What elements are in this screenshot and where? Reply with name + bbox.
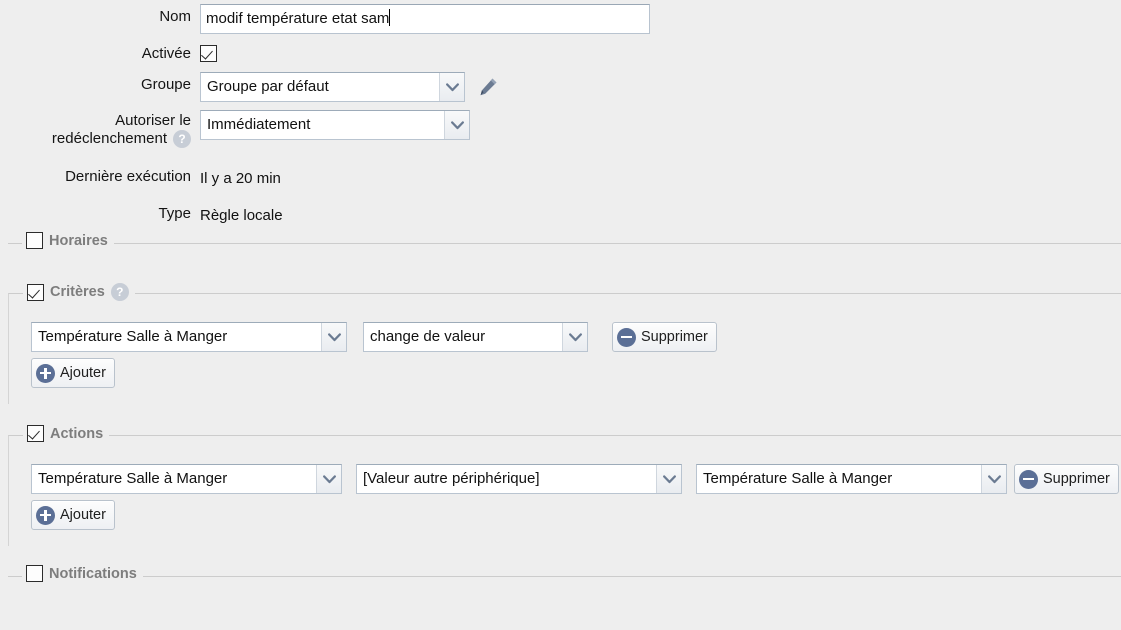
label-type: Type <box>0 201 200 223</box>
criterion-condition-select[interactable]: change de valeur <box>363 322 588 352</box>
field-row-redeclenchement: Autoriser le redéclenchement ? Immédiate… <box>0 110 1121 148</box>
horaires-legend: Horaires <box>22 232 114 249</box>
chevron-down-icon[interactable] <box>439 73 464 101</box>
retrigger-select[interactable]: Immédiatement <box>200 110 470 140</box>
chevron-down-icon[interactable] <box>444 111 469 139</box>
criteres-add-button[interactable]: Ajouter <box>31 358 115 388</box>
notifications-label: Notifications <box>49 566 137 582</box>
criterion-delete-label: Supprimer <box>641 329 708 345</box>
action-device-value: Température Salle à Manger <box>32 465 316 493</box>
name-input-value: modif température etat sam <box>206 10 389 27</box>
action-delete-label: Supprimer <box>1043 471 1110 487</box>
chevron-down-glyph <box>663 475 676 484</box>
groupe-control: Groupe par défaut <box>200 72 499 102</box>
action-device-select[interactable]: Température Salle à Manger <box>31 464 342 494</box>
rule-type-value: Règle locale <box>200 201 283 231</box>
group-select-value: Groupe par défaut <box>201 73 439 101</box>
criteres-label: Critères <box>50 284 105 300</box>
criteres-body: Température Salle à Manger change de val… <box>9 294 1121 404</box>
minus-circle-icon <box>1019 470 1038 489</box>
horaires-fieldset <box>8 243 1121 244</box>
section-notifications: Notifications <box>0 576 1121 590</box>
horaires-checkbox[interactable] <box>26 232 43 249</box>
chevron-down-icon[interactable] <box>981 465 1006 493</box>
actions-add-button[interactable]: Ajouter <box>31 500 115 530</box>
chevron-down-glyph <box>988 475 1001 484</box>
derniere-execution-control: Il y a 20 min <box>200 164 281 194</box>
nom-control: modif température etat sam <box>200 4 650 34</box>
label-redeclenchement-line1: Autoriser le <box>115 112 191 129</box>
pencil-icon[interactable] <box>477 76 499 98</box>
actions-legend: Actions <box>23 425 109 442</box>
field-row-derniere-execution: Dernière exécution Il y a 20 min <box>0 164 1121 194</box>
text-caret <box>389 9 390 26</box>
last-execution-value: Il y a 20 min <box>200 164 281 194</box>
action-delete-button[interactable]: Supprimer <box>1014 464 1119 494</box>
actions-label: Actions <box>50 426 103 442</box>
criterion-device-value: Température Salle à Manger <box>32 323 321 351</box>
help-icon[interactable]: ? <box>173 130 191 148</box>
chevron-down-glyph <box>328 333 341 342</box>
horaires-label: Horaires <box>49 233 108 249</box>
label-groupe: Groupe <box>0 72 200 94</box>
retrigger-select-value: Immédiatement <box>201 111 444 139</box>
action-target-value: Température Salle à Manger <box>697 465 981 493</box>
criterion-row: Température Salle à Manger change de val… <box>31 322 1121 352</box>
enabled-checkbox[interactable] <box>200 45 217 62</box>
chevron-down-icon[interactable] <box>321 323 346 351</box>
minus-circle-icon <box>617 328 636 347</box>
rule-properties-form: Nom modif température etat sam Activée G… <box>0 0 1121 231</box>
action-type-value: [Valeur autre périphérique] <box>357 465 656 493</box>
criterion-device-select[interactable]: Température Salle à Manger <box>31 322 347 352</box>
field-row-type: Type Règle locale <box>0 201 1121 231</box>
plus-circle-icon <box>36 506 55 525</box>
criteres-checkbox[interactable] <box>27 284 44 301</box>
chevron-down-icon[interactable] <box>316 465 341 493</box>
action-row: Température Salle à Manger [Valeur autre… <box>31 464 1121 494</box>
section-criteres: Critères ? Température Salle à Manger ch… <box>0 293 1121 404</box>
plus-circle-icon <box>36 364 55 383</box>
section-actions: Actions Température Salle à Manger [Vale… <box>0 435 1121 546</box>
type-control: Règle locale <box>200 201 283 231</box>
label-redeclenchement-line2: redéclenchement <box>52 130 167 148</box>
chevron-down-glyph <box>569 333 582 342</box>
notifications-checkbox[interactable] <box>26 565 43 582</box>
section-horaires: Horaires <box>0 243 1121 257</box>
redeclenchement-control: Immédiatement <box>200 110 470 140</box>
activee-control <box>200 41 217 62</box>
group-select[interactable]: Groupe par défaut <box>200 72 465 102</box>
chevron-down-glyph <box>323 475 336 484</box>
label-derniere-execution: Dernière exécution <box>0 164 200 186</box>
action-target-select[interactable]: Température Salle à Manger <box>696 464 1007 494</box>
notifications-legend: Notifications <box>22 565 143 582</box>
criteres-legend: Critères ? <box>23 283 135 301</box>
chevron-down-icon[interactable] <box>656 465 681 493</box>
criteres-add-label: Ajouter <box>60 365 106 381</box>
chevron-down-icon[interactable] <box>562 323 587 351</box>
actions-fieldset: Actions Température Salle à Manger [Vale… <box>8 435 1121 546</box>
chevron-down-glyph <box>451 121 464 130</box>
actions-body: Température Salle à Manger [Valeur autre… <box>9 436 1121 546</box>
name-input[interactable]: modif température etat sam <box>200 4 650 34</box>
label-activee: Activée <box>0 41 200 63</box>
criteres-fieldset: Critères ? Température Salle à Manger ch… <box>8 293 1121 404</box>
label-redeclenchement: Autoriser le redéclenchement ? <box>0 110 200 148</box>
action-type-select[interactable]: [Valeur autre périphérique] <box>356 464 682 494</box>
label-nom: Nom <box>0 4 200 26</box>
criterion-delete-button[interactable]: Supprimer <box>612 322 717 352</box>
field-row-nom: Nom modif température etat sam <box>0 4 1121 34</box>
help-icon[interactable]: ? <box>111 283 129 301</box>
notifications-fieldset <box>8 576 1121 577</box>
criterion-condition-value: change de valeur <box>364 323 562 351</box>
actions-add-label: Ajouter <box>60 507 106 523</box>
chevron-down-glyph <box>446 83 459 92</box>
field-row-activee: Activée <box>0 41 1121 63</box>
actions-checkbox[interactable] <box>27 425 44 442</box>
field-row-groupe: Groupe Groupe par défaut <box>0 72 1121 102</box>
